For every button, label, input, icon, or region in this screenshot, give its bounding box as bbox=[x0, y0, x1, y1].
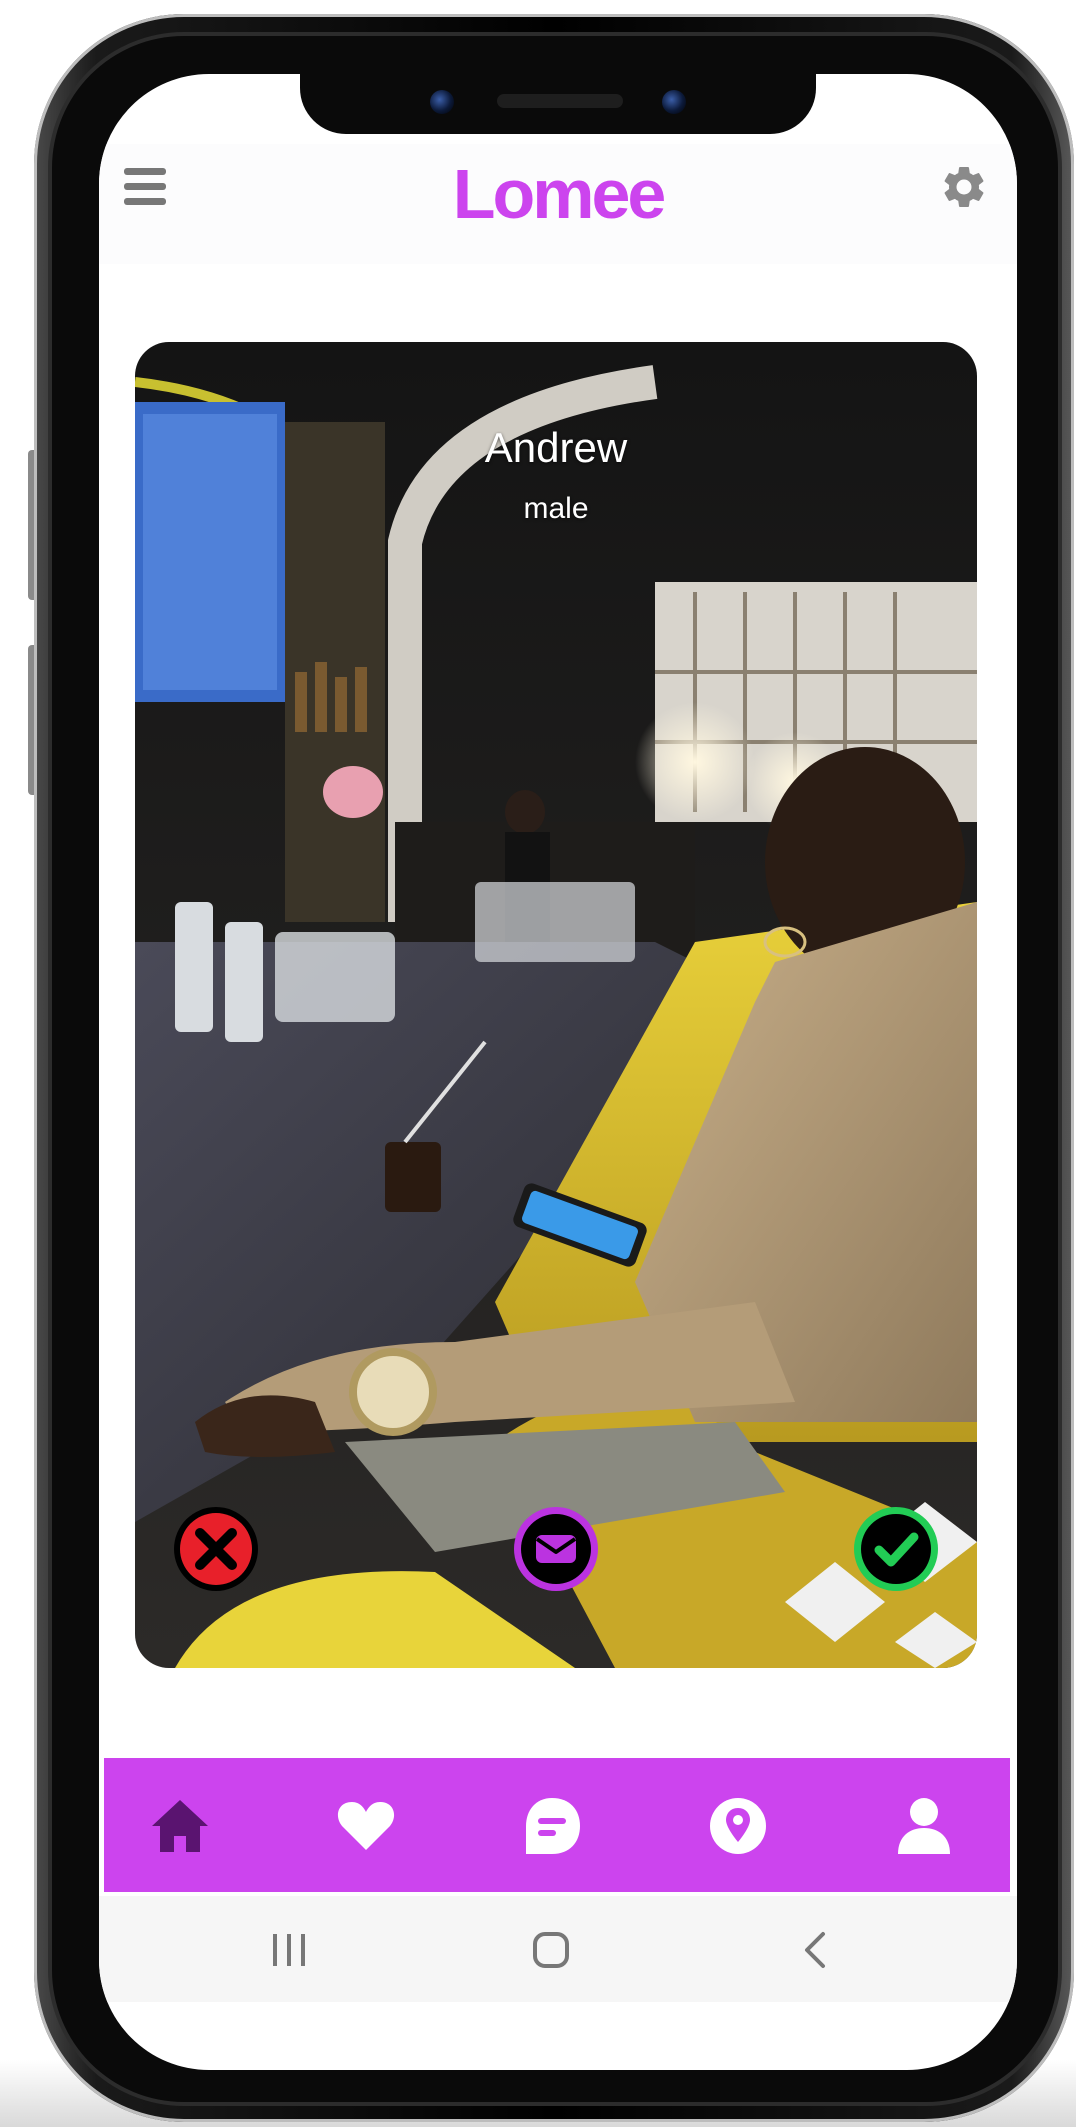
profile-card[interactable]: Andrew male bbox=[135, 342, 977, 1668]
speaker-grille bbox=[497, 94, 623, 108]
location-pin-icon bbox=[710, 1798, 766, 1854]
accept-button[interactable] bbox=[851, 1504, 941, 1594]
chat-icon bbox=[526, 1798, 580, 1854]
nav-item-profile[interactable] bbox=[892, 1794, 956, 1858]
sensor-icon bbox=[662, 90, 686, 114]
bottom-nav bbox=[104, 1758, 1010, 1892]
reject-button[interactable] bbox=[171, 1504, 261, 1594]
phone-notch bbox=[300, 74, 816, 134]
nav-item-favorites[interactable] bbox=[334, 1794, 398, 1858]
profile-name: Andrew bbox=[484, 424, 628, 471]
home-icon bbox=[152, 1800, 208, 1852]
nav-item-chat[interactable] bbox=[520, 1794, 584, 1858]
nav-item-home[interactable] bbox=[148, 1794, 212, 1858]
user-icon bbox=[898, 1798, 950, 1854]
profile-photo bbox=[135, 342, 977, 1668]
envelope-icon bbox=[535, 1535, 577, 1563]
camera-icon bbox=[430, 90, 454, 114]
nav-item-location[interactable] bbox=[706, 1794, 770, 1858]
recent-apps-icon[interactable] bbox=[269, 1928, 309, 1972]
home-system-icon[interactable] bbox=[529, 1928, 573, 1972]
gear-icon[interactable] bbox=[939, 162, 989, 212]
phone-screen: Lomee Andrew male bbox=[99, 74, 1017, 2070]
profile-gender: male bbox=[523, 492, 589, 525]
heart-icon bbox=[337, 1802, 395, 1850]
android-navigation-bar bbox=[99, 1896, 1017, 2002]
app-logo: Lomee bbox=[452, 155, 667, 233]
back-icon[interactable] bbox=[799, 1928, 829, 1972]
message-button[interactable] bbox=[511, 1504, 601, 1594]
